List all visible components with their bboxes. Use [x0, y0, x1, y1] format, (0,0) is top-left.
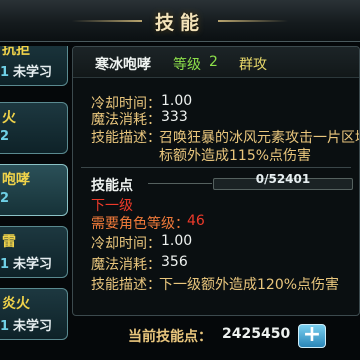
- skill-list-item-1[interactable]: 抗拒 1 未学习: [0, 46, 68, 86]
- title-bar: 技能: [0, 0, 360, 42]
- skill-list-item-2[interactable]: 火 2: [0, 102, 68, 154]
- skill-detail-panel: 寒冰咆哮 等级 2 群攻 冷却时间： 1.00 魔法消耗： 333 技能描述： …: [72, 46, 360, 316]
- skill-points-progress-text: 0/52401: [255, 172, 311, 186]
- divider: [81, 167, 351, 168]
- skill-list-item-name: 火: [2, 110, 16, 126]
- description-line-2: 标额外造成115%点伤害: [159, 148, 312, 164]
- next-description-label: 技能描述：: [91, 277, 161, 293]
- skill-list-item-4[interactable]: 雷 1 未学习: [0, 226, 68, 278]
- skill-level-value: 2: [209, 54, 218, 70]
- skill-list-item-level: 2: [0, 191, 10, 206]
- skill-list-item-level: 1 未学习: [0, 65, 53, 80]
- plus-icon: +: [302, 322, 322, 347]
- skill-list: 抗拒 1 未学习 火 2 咆哮 2 雷 1 未学习 炎火 1 未学习: [0, 46, 68, 360]
- footer-bar: 当前技能点： 2425450 +: [72, 318, 360, 360]
- skill-detail-header: 寒冰咆哮 等级 2 群攻: [73, 47, 359, 78]
- mana-label: 魔法消耗：: [91, 112, 161, 128]
- add-points-button[interactable]: +: [298, 324, 326, 348]
- description-label: 技能描述：: [91, 130, 161, 146]
- skill-list-item-level: 1 未学习: [0, 257, 53, 272]
- current-points-label: 当前技能点：: [128, 329, 212, 345]
- required-level-value: 46: [187, 213, 205, 229]
- skill-level-label: 等级: [173, 57, 201, 73]
- next-mana-value: 356: [161, 254, 188, 270]
- window-title: 技能: [154, 12, 205, 34]
- next-cooldown-label: 冷却时间：: [91, 236, 161, 252]
- skill-list-item-level: 1 未学习: [0, 319, 53, 334]
- next-mana-label: 魔法消耗：: [91, 257, 161, 273]
- required-level-label: 需要角色等级：: [91, 216, 189, 232]
- title-ornament-right: [218, 20, 288, 22]
- skill-points-label: 技能点: [91, 178, 133, 194]
- skill-list-item-name: 咆哮: [2, 172, 30, 188]
- skill-list-item-name: 雷: [2, 234, 16, 250]
- next-cooldown-value: 1.00: [161, 233, 193, 249]
- skill-points-bar-line: [148, 183, 212, 184]
- next-level-title: 下一级: [91, 198, 133, 214]
- current-points-value: 2425450: [222, 326, 291, 342]
- skill-name: 寒冰咆哮: [95, 57, 151, 73]
- skill-list-item-name: 炎火: [2, 296, 30, 312]
- skill-list-item-name: 抗拒: [2, 46, 30, 58]
- mana-value: 333: [161, 109, 188, 125]
- skill-target-type: 群攻: [239, 57, 267, 73]
- skill-list-item-3[interactable]: 咆哮 2: [0, 164, 68, 216]
- cooldown-value: 1.00: [161, 93, 193, 109]
- skill-list-item-5[interactable]: 炎火 1 未学习: [0, 288, 68, 340]
- description-line-1: 召唤狂暴的冰风元素攻击一片区域: [159, 130, 360, 146]
- skill-list-item-level: 2: [0, 129, 10, 144]
- next-description-text: 下一级额外造成120%点伤害: [159, 277, 340, 293]
